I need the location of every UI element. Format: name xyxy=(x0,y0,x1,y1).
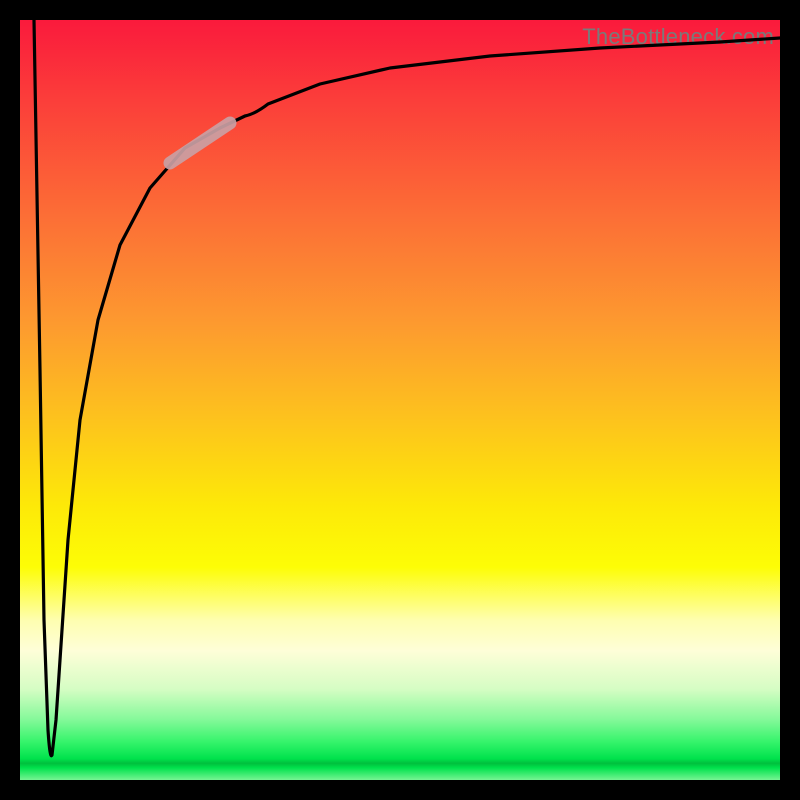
curve-layer xyxy=(20,20,780,780)
plot-area: TheBottleneck.com xyxy=(20,20,780,780)
bottleneck-curve xyxy=(34,20,780,756)
chart-frame: TheBottleneck.com xyxy=(0,0,800,800)
curve-highlight-segment xyxy=(170,123,230,163)
